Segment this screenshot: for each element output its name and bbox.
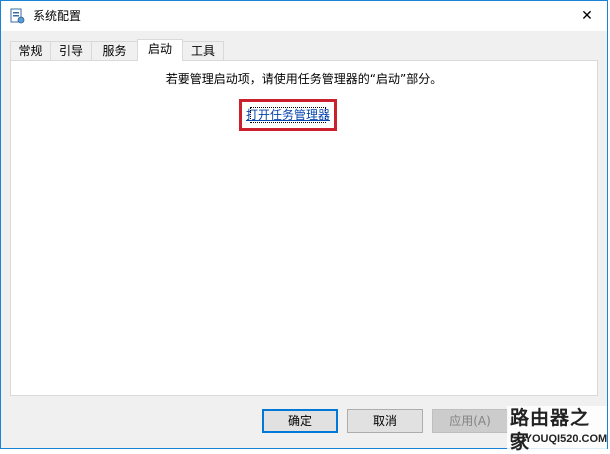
- window-title: 系统配置: [33, 9, 82, 23]
- tab-startup[interactable]: 启动: [137, 39, 183, 61]
- open-task-manager-link[interactable]: 打开任务管理器: [242, 107, 334, 123]
- system-config-window: 系统配置 ✕ 常规 引导 服务 启动 工具 若要管理启动项，请使用任务管理器的“…: [0, 0, 608, 453]
- tab-services[interactable]: 服务: [91, 41, 138, 60]
- watermark-site: LUYOUQI520.COM: [510, 433, 608, 445]
- cancel-button[interactable]: 取消: [347, 409, 423, 433]
- startup-info-text: 若要管理启动项，请使用任务管理器的“启动”部分。: [165, 72, 443, 86]
- tab-tools[interactable]: 工具: [182, 41, 224, 60]
- title-bar: 系统配置 ✕: [1, 1, 607, 31]
- close-button[interactable]: ✕: [567, 1, 607, 31]
- watermark: 路由器之家 LUYOUQI520.COM: [507, 406, 608, 453]
- msconfig-app-icon: [9, 8, 25, 24]
- ok-button[interactable]: 确定: [262, 409, 338, 433]
- close-icon: ✕: [581, 8, 593, 24]
- startup-panel: 若要管理启动项，请使用任务管理器的“启动”部分。 打开任务管理器: [10, 60, 598, 396]
- tab-boot[interactable]: 引导: [50, 41, 92, 60]
- apply-button[interactable]: 应用(A): [432, 409, 508, 433]
- tab-general[interactable]: 常规: [10, 41, 51, 60]
- highlight-box: 打开任务管理器: [239, 99, 337, 131]
- watermark-brand: 路由器之家: [510, 407, 591, 453]
